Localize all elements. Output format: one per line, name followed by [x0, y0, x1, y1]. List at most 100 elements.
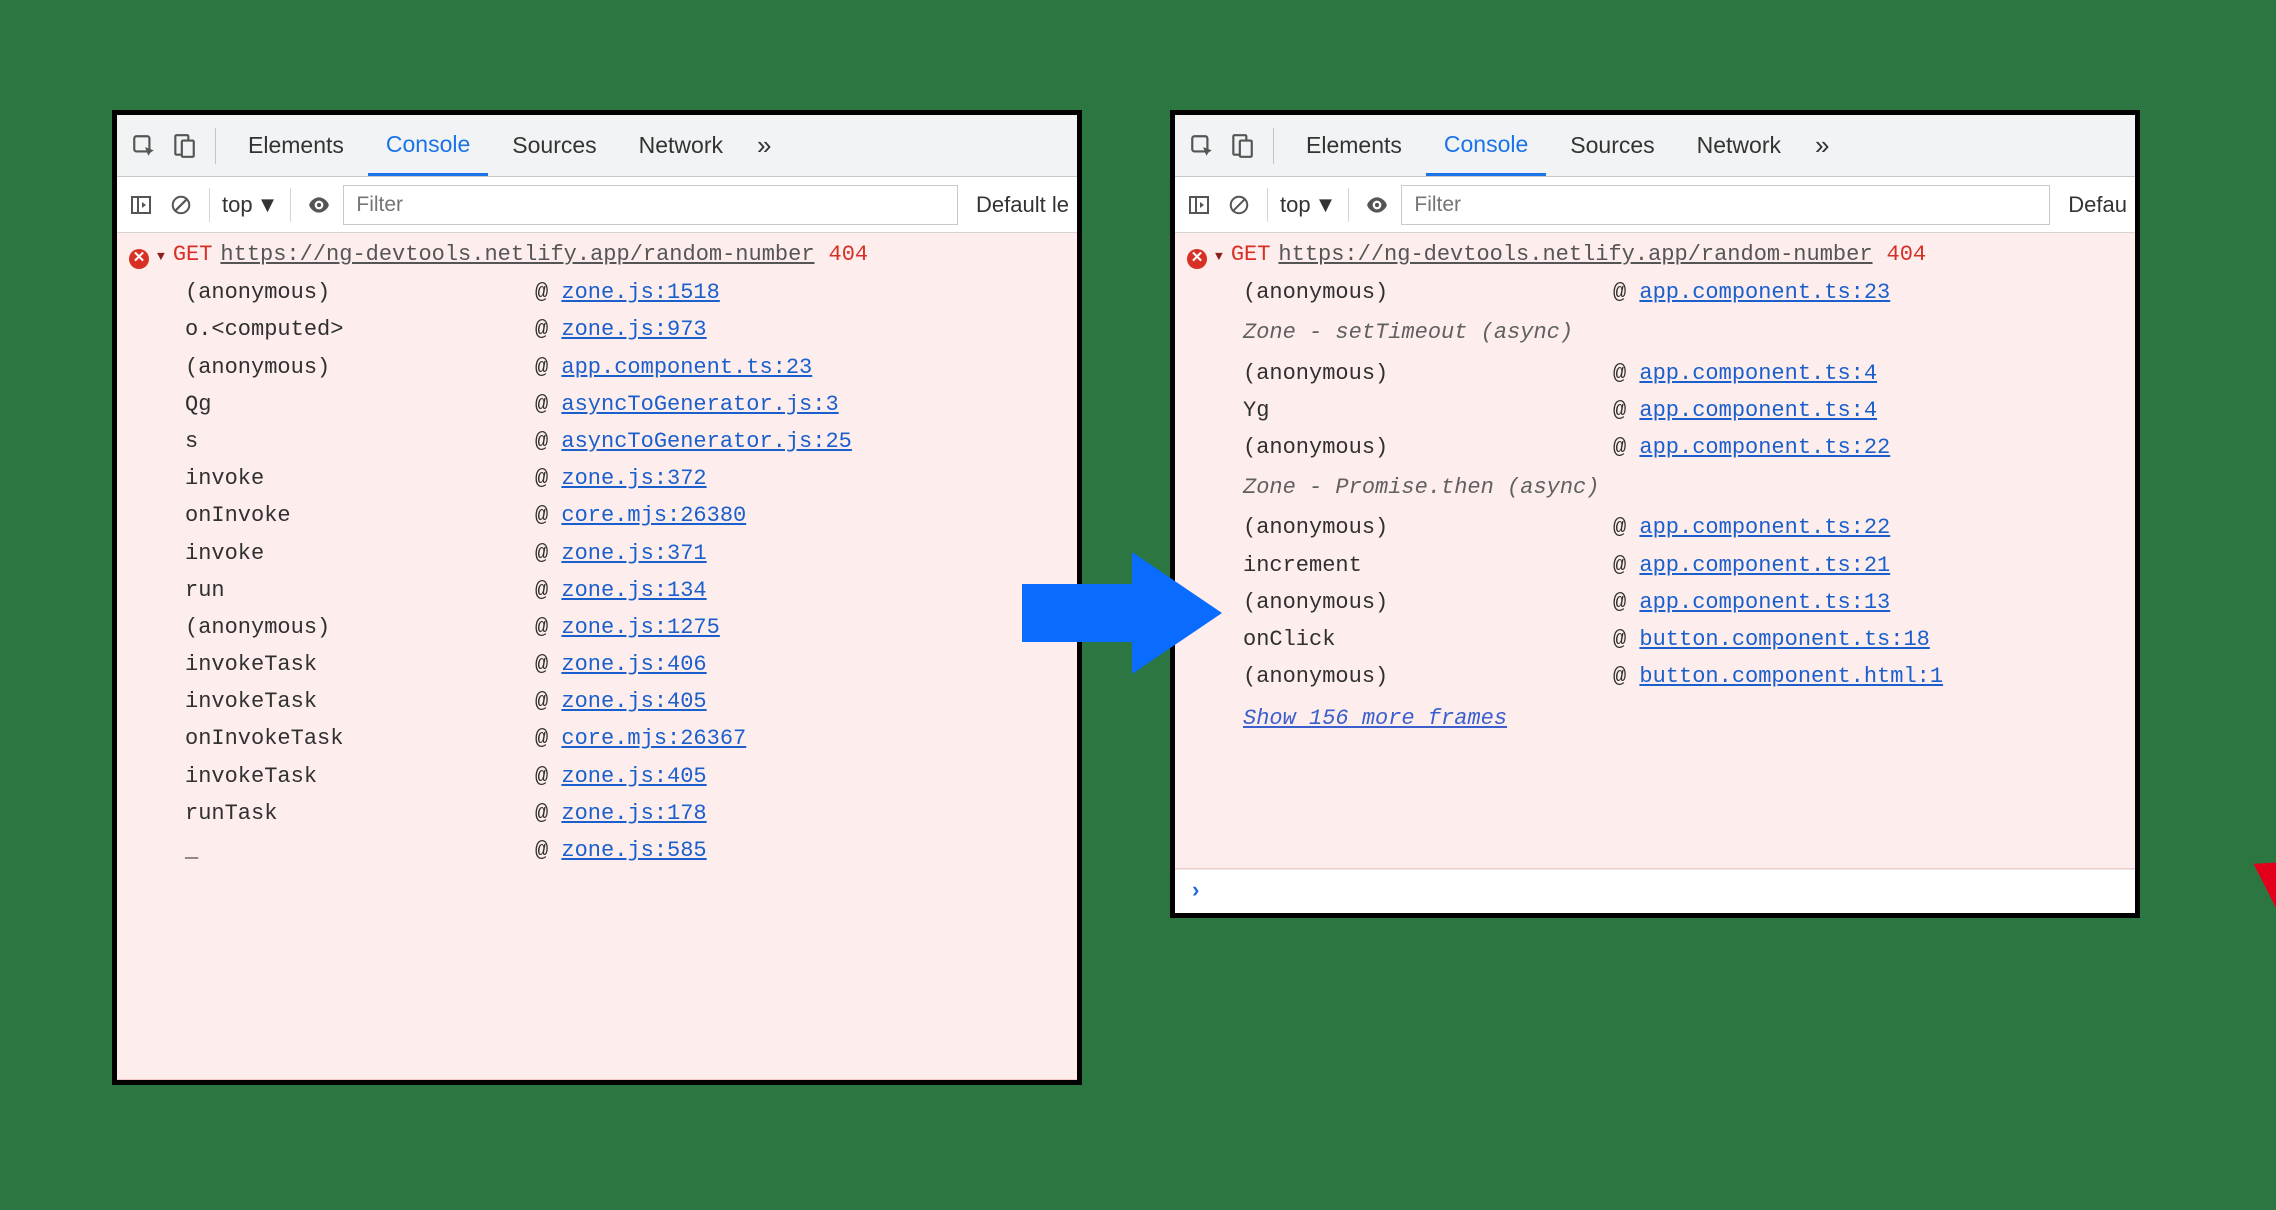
frame-function: (anonymous) — [1243, 659, 1613, 694]
more-tabs-icon[interactable]: » — [1805, 130, 1839, 161]
request-url[interactable]: https://ng-devtools.netlify.app/random-n… — [1278, 237, 1872, 272]
stack-frame[interactable]: runTask@ zone.js:178 — [117, 795, 1077, 832]
console-output: ✕ ▼ GET https://ng-devtools.netlify.app/… — [1175, 233, 2135, 869]
stack-frame[interactable]: onInvoke@ core.mjs:26380 — [117, 497, 1077, 534]
divider — [215, 128, 216, 164]
source-link[interactable]: app.component.ts:13 — [1639, 590, 1890, 615]
stack-frame[interactable]: invokeTask@ zone.js:405 — [117, 758, 1077, 795]
source-link[interactable]: zone.js:1275 — [561, 615, 719, 640]
source-link[interactable]: zone.js:1518 — [561, 280, 719, 305]
stack-frame[interactable]: s@ asyncToGenerator.js:25 — [117, 423, 1077, 460]
source-link[interactable]: app.component.ts:23 — [561, 355, 812, 380]
live-expression-icon[interactable] — [1361, 189, 1393, 221]
frame-function: (anonymous) — [1243, 275, 1613, 310]
log-levels-selector[interactable]: Defau — [2058, 192, 2127, 218]
stack-frame[interactable]: (anonymous)@ app.component.ts:13 — [1175, 584, 2135, 621]
error-header[interactable]: ✕ ▼ GET https://ng-devtools.netlify.app/… — [1175, 233, 2135, 274]
device-toggle-icon[interactable] — [167, 129, 201, 163]
source-link[interactable]: button.component.html:1 — [1639, 664, 1943, 689]
source-link[interactable]: zone.js:406 — [561, 652, 706, 677]
request-url[interactable]: https://ng-devtools.netlify.app/random-n… — [220, 237, 814, 272]
stack-frame[interactable]: (anonymous)@ zone.js:1275 — [117, 609, 1077, 646]
show-more-link[interactable]: Show 156 more frames — [1243, 706, 1507, 731]
show-more-frames[interactable]: Show 156 more frames — [1175, 695, 2135, 742]
source-link[interactable]: zone.js:973 — [561, 317, 706, 342]
stack-frame[interactable]: (anonymous)@ app.component.ts:23 — [117, 349, 1077, 386]
stack-frame[interactable]: invokeTask@ zone.js:406 — [117, 646, 1077, 683]
stack-frame[interactable]: run@ zone.js:134 — [117, 572, 1077, 609]
stack-frame[interactable]: (anonymous)@ app.component.ts:4 — [1175, 355, 2135, 392]
stack-frame[interactable]: invoke@ zone.js:371 — [117, 535, 1077, 572]
frame-location: @ asyncToGenerator.js:25 — [535, 424, 852, 459]
stack-frame[interactable]: (anonymous)@ app.component.ts:22 — [1175, 429, 2135, 466]
context-selector[interactable]: top ▼ — [1280, 192, 1336, 218]
clear-console-icon[interactable] — [165, 189, 197, 221]
source-link[interactable]: core.mjs:26367 — [561, 726, 746, 751]
device-toggle-icon[interactable] — [1225, 129, 1259, 163]
source-link[interactable]: zone.js:372 — [561, 466, 706, 491]
tab-elements[interactable]: Elements — [230, 115, 362, 176]
stack-frame[interactable]: (anonymous)@ zone.js:1518 — [117, 274, 1077, 311]
filter-input[interactable] — [1401, 185, 2050, 225]
divider — [1348, 188, 1349, 222]
source-link[interactable]: zone.js:178 — [561, 801, 706, 826]
tab-network[interactable]: Network — [621, 115, 741, 176]
source-link[interactable]: app.component.ts:23 — [1639, 280, 1890, 305]
source-link[interactable]: button.component.ts:18 — [1639, 627, 1929, 652]
source-link[interactable]: core.mjs:26380 — [561, 503, 746, 528]
transition-arrow-icon — [1022, 548, 1222, 678]
devtools-panel-before: Elements Console Sources Network » top ▼… — [112, 110, 1082, 1085]
source-link[interactable]: app.component.ts:4 — [1639, 398, 1877, 423]
source-link[interactable]: zone.js:585 — [561, 838, 706, 863]
tab-console[interactable]: Console — [368, 115, 488, 176]
inspect-icon[interactable] — [127, 129, 161, 163]
more-tabs-icon[interactable]: » — [747, 130, 781, 161]
source-link[interactable]: asyncToGenerator.js:3 — [561, 392, 838, 417]
source-link[interactable]: zone.js:134 — [561, 578, 706, 603]
stack-frame[interactable]: invoke@ zone.js:372 — [117, 460, 1077, 497]
stack-frame[interactable]: Qg@ asyncToGenerator.js:3 — [117, 386, 1077, 423]
tab-sources[interactable]: Sources — [1552, 115, 1672, 176]
error-header[interactable]: ✕ ▼ GET https://ng-devtools.netlify.app/… — [117, 233, 1077, 274]
source-link[interactable]: zone.js:371 — [561, 541, 706, 566]
stack-frame[interactable]: invokeTask@ zone.js:405 — [117, 683, 1077, 720]
source-link[interactable]: app.component.ts:4 — [1639, 361, 1877, 386]
chevron-down-icon: ▼ — [257, 192, 279, 218]
stack-frame[interactable]: (anonymous)@ button.component.html:1 — [1175, 658, 2135, 695]
toggle-sidebar-icon[interactable] — [125, 189, 157, 221]
stack-frame[interactable]: _@ zone.js:585 — [117, 832, 1077, 869]
source-link[interactable]: asyncToGenerator.js:25 — [561, 429, 851, 454]
source-link[interactable]: zone.js:405 — [561, 764, 706, 789]
toggle-sidebar-icon[interactable] — [1183, 189, 1215, 221]
clear-console-icon[interactable] — [1223, 189, 1255, 221]
divider — [209, 188, 210, 222]
frame-function: o.<computed> — [185, 312, 535, 347]
tab-console[interactable]: Console — [1426, 115, 1546, 176]
source-link[interactable]: zone.js:405 — [561, 689, 706, 714]
frame-function: invokeTask — [185, 647, 535, 682]
source-link[interactable]: app.component.ts:21 — [1639, 553, 1890, 578]
stack-frame[interactable]: o.<computed>@ zone.js:973 — [117, 311, 1077, 348]
stack-frame[interactable]: (anonymous)@ app.component.ts:23 — [1175, 274, 2135, 311]
disclosure-triangle-icon[interactable]: ▼ — [1215, 247, 1223, 268]
context-selector[interactable]: top ▼ — [222, 192, 278, 218]
console-prompt[interactable]: › — [1175, 869, 2135, 913]
inspect-icon[interactable] — [1185, 129, 1219, 163]
disclosure-triangle-icon[interactable]: ▼ — [157, 247, 165, 268]
filter-input[interactable] — [343, 185, 958, 225]
log-levels-selector[interactable]: Default le — [966, 192, 1069, 218]
frame-location: @ zone.js:973 — [535, 312, 707, 347]
stack-frame[interactable]: (anonymous)@ app.component.ts:22 — [1175, 509, 2135, 546]
async-boundary: Zone - Promise.then (async) — [1175, 466, 2135, 509]
stack-frame[interactable]: increment@ app.component.ts:21 — [1175, 547, 2135, 584]
live-expression-icon[interactable] — [303, 189, 335, 221]
stack-frame[interactable]: onClick@ button.component.ts:18 — [1175, 621, 2135, 658]
tab-sources[interactable]: Sources — [494, 115, 614, 176]
tab-elements[interactable]: Elements — [1288, 115, 1420, 176]
frame-function: invoke — [185, 461, 535, 496]
stack-frame[interactable]: Yg@ app.component.ts:4 — [1175, 392, 2135, 429]
source-link[interactable]: app.component.ts:22 — [1639, 435, 1890, 460]
stack-frame[interactable]: onInvokeTask@ core.mjs:26367 — [117, 720, 1077, 757]
source-link[interactable]: app.component.ts:22 — [1639, 515, 1890, 540]
tab-network[interactable]: Network — [1679, 115, 1799, 176]
